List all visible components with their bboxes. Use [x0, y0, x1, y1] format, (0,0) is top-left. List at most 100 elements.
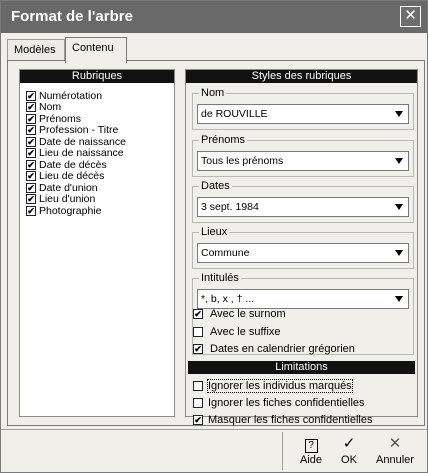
cancel-icon: ✕: [388, 435, 402, 452]
ok-button[interactable]: ✓ OK: [335, 435, 363, 466]
limitation-individus-marques[interactable]: Ignorer les individus marqués: [193, 377, 372, 394]
rubrique-lieu-deces[interactable]: ✔ Lieu de décès: [26, 170, 126, 183]
rubrique-label: Photographie: [39, 204, 102, 217]
rubrique-date-deces[interactable]: ✔ Date de décès: [26, 159, 126, 171]
checkbox[interactable]: ✔: [26, 159, 36, 170]
tab-contenu[interactable]: Contenu: [65, 37, 127, 63]
dates-select[interactable]: 3 sept. 1984: [197, 197, 409, 217]
option-label: Dates en calendrier grégorien: [210, 343, 355, 355]
rubrique-label: Profession - Titre: [39, 124, 119, 137]
intitules-label: Intitulés: [199, 272, 241, 284]
option-label: Avec le suffixe: [210, 326, 281, 338]
rubrique-lieu-union[interactable]: ✔ Lieu d'union: [26, 193, 126, 206]
dates-group: Dates 3 sept. 1984: [192, 180, 414, 223]
option-suffixe[interactable]: Avec le suffixe: [193, 326, 281, 338]
cancel-label: Annuler: [376, 454, 414, 466]
chevron-down-icon[interactable]: [392, 246, 406, 260]
help-button[interactable]: ? Aide: [294, 435, 328, 466]
dialog-footer: ? Aide ✓ OK ✕ Annuler: [1, 429, 427, 472]
rubrique-date-union[interactable]: ✔ Date d'union: [26, 182, 126, 194]
dialog-title: Format de l'arbre: [11, 8, 133, 25]
styles-header: Styles des rubriques: [186, 70, 417, 83]
checkbox[interactable]: ✔: [26, 125, 36, 136]
rubrique-label: Prénoms: [39, 112, 82, 125]
nom-value: de ROUVILLE: [201, 108, 268, 120]
nom-label: Nom: [199, 87, 227, 99]
limitation-masquer-confidentielles[interactable]: ✔ Masquer les fiches confidentielles: [193, 411, 372, 428]
prenoms-value: Tous les prénoms: [201, 155, 284, 167]
tab-modeles[interactable]: Modèles: [7, 39, 65, 61]
ok-label: OK: [341, 454, 357, 466]
rubrique-numerotation[interactable]: ✔ Numérotation: [26, 90, 126, 102]
rubrique-label: Nom: [39, 101, 62, 114]
dates-value: 3 sept. 1984: [201, 201, 259, 213]
checkbox[interactable]: ✔: [26, 148, 36, 159]
chevron-down-icon[interactable]: [392, 200, 406, 214]
help-icon: ?: [294, 435, 328, 453]
limitation-label: Masquer les fiches confidentielles: [208, 413, 373, 426]
rubrique-label: Lieu de décès: [39, 170, 105, 183]
checkbox[interactable]: ✔: [193, 309, 203, 319]
nom-select[interactable]: de ROUVILLE: [197, 104, 409, 124]
chevron-down-icon[interactable]: [392, 292, 406, 306]
prenoms-select[interactable]: Tous les prénoms: [197, 151, 409, 171]
rubrique-label: Lieu d'union: [39, 193, 96, 206]
rubrique-photographie[interactable]: ✔ Photographie: [26, 205, 126, 217]
lieux-value: Commune: [201, 247, 250, 259]
option-surnom[interactable]: ✔ Avec le surnom: [193, 308, 286, 320]
title-bar: Format de l'arbre ✕: [1, 1, 427, 33]
rubrique-lieu-naissance[interactable]: ✔ Lieu de naissance: [26, 147, 126, 160]
rubrique-label: Numérotation: [39, 89, 103, 102]
lieux-group: Lieux Commune: [192, 226, 414, 269]
lieux-label: Lieux: [199, 226, 230, 238]
checkbox[interactable]: ✔: [193, 414, 203, 425]
rubrique-label: Date d'union: [39, 181, 98, 194]
chevron-down-icon[interactable]: [392, 154, 406, 168]
footer-divider: [282, 432, 283, 470]
nom-group: Nom de ROUVILLE: [192, 87, 414, 130]
limitations-list: Ignorer les individus marqués Ignorer le…: [193, 377, 372, 428]
checkbox[interactable]: [193, 380, 203, 391]
rubrique-label: Lieu de naissance: [39, 147, 124, 160]
limitation-label: Ignorer les individus marqués: [207, 378, 353, 393]
rubriques-box: Rubriques ✔ Numérotation ✔ Nom ✔ Prénoms ✔ P…: [19, 69, 175, 417]
rubrique-profession[interactable]: ✔ Profession - Titre: [26, 124, 126, 137]
lieux-select[interactable]: Commune: [197, 243, 409, 263]
checkbox[interactable]: ✔: [26, 113, 36, 124]
checkbox[interactable]: ✔: [26, 136, 36, 147]
close-button[interactable]: ✕: [400, 6, 421, 27]
dates-label: Dates: [199, 180, 232, 192]
rubrique-label: Date de décès: [39, 158, 107, 171]
checkbox[interactable]: ✔: [193, 344, 203, 354]
limitations-header: Limitations: [188, 361, 415, 374]
rubrique-date-naissance[interactable]: ✔ Date de naissance: [26, 136, 126, 148]
checkbox[interactable]: ✔: [26, 102, 36, 113]
intitules-select[interactable]: *, b, x , † ...: [197, 289, 409, 309]
cancel-button[interactable]: ✕ Annuler: [371, 435, 419, 466]
limitation-label: Ignorer les fiches confidentielles: [208, 396, 365, 409]
option-label: Avec le surnom: [210, 308, 286, 320]
rubrique-nom[interactable]: ✔ Nom: [26, 101, 126, 114]
tab-panel-contenu: Rubriques ✔ Numérotation ✔ Nom ✔ Prénoms ✔ P…: [7, 60, 425, 426]
help-label: Aide: [299, 454, 323, 466]
rubriques-header: Rubriques: [20, 70, 174, 83]
rubrique-label: Date de naissance: [39, 135, 126, 148]
checkbox[interactable]: ✔: [26, 205, 36, 216]
checkbox[interactable]: ✔: [26, 90, 36, 101]
rubriques-list: ✔ Numérotation ✔ Nom ✔ Prénoms ✔ Profession …: [26, 90, 126, 217]
checkbox[interactable]: ✔: [26, 194, 36, 205]
rubrique-prenoms[interactable]: ✔ Prénoms: [26, 113, 126, 125]
limitation-ignorer-confidentielles[interactable]: Ignorer les fiches confidentielles: [193, 394, 372, 411]
chevron-down-icon[interactable]: [392, 107, 406, 121]
checkbox[interactable]: ✔: [26, 171, 36, 182]
checkbox[interactable]: [193, 397, 203, 408]
prenoms-group: Prénoms Tous les prénoms: [192, 134, 414, 177]
check-icon: ✓: [342, 435, 356, 452]
checkbox[interactable]: [193, 327, 203, 337]
checkbox[interactable]: ✔: [26, 182, 36, 193]
prenoms-label: Prénoms: [199, 134, 248, 146]
dialog-window: Format de l'arbre ✕ Modèles Contenu Rubr…: [0, 0, 428, 473]
option-calendrier[interactable]: ✔ Dates en calendrier grégorien: [193, 343, 355, 355]
intitules-value: *, b, x , † ...: [201, 293, 255, 305]
styles-box: Styles des rubriques Nom de ROUVILLE Pré…: [185, 69, 418, 426]
